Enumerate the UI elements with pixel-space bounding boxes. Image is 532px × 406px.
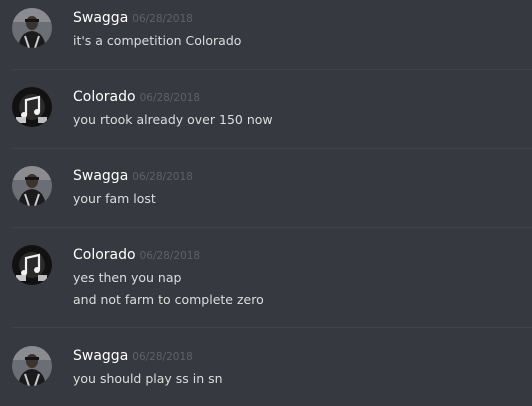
colorado-avatar-icon[interactable]	[12, 87, 52, 127]
message-text: it's a competition Colorado	[73, 33, 242, 48]
username[interactable]: Colorado	[73, 247, 136, 263]
username[interactable]: Colorado	[73, 89, 136, 105]
timestamp: 06/28/2018	[139, 92, 201, 104]
message-divider	[12, 227, 532, 228]
message-text: yes then you nap	[73, 270, 182, 285]
username[interactable]: Swagga	[73, 348, 128, 364]
message-divider	[12, 69, 532, 70]
message-header: Colorado 06/28/2018	[73, 245, 200, 265]
message-header: Swagga 06/28/2018	[73, 346, 193, 366]
username[interactable]: Swagga	[73, 168, 128, 184]
message-header: Colorado 06/28/2018	[73, 87, 200, 107]
message-text: and not farm to complete zero	[73, 292, 264, 307]
message-text: you rtook already over 150 now	[73, 112, 273, 127]
message-header: Swagga 06/28/2018	[73, 8, 193, 28]
message-divider	[12, 148, 532, 149]
swagga-avatar-icon[interactable]	[12, 8, 52, 48]
username[interactable]: Swagga	[73, 10, 128, 26]
message-header: Swagga 06/28/2018	[73, 166, 193, 186]
chat-message-list: Swagga 06/28/2018 it's a competition Colo…	[0, 0, 532, 406]
message-text: your fam lost	[73, 191, 156, 206]
timestamp: 06/28/2018	[132, 171, 193, 183]
timestamp: 06/28/2018	[132, 13, 193, 25]
message-text: you should play ss in sn	[73, 371, 223, 386]
message-divider	[12, 327, 532, 328]
timestamp: 06/28/2018	[132, 351, 193, 363]
timestamp: 06/28/2018	[139, 250, 201, 262]
swagga-avatar-icon[interactable]	[12, 346, 52, 386]
swagga-avatar-icon[interactable]	[12, 166, 52, 206]
colorado-avatar-icon[interactable]	[12, 245, 52, 285]
